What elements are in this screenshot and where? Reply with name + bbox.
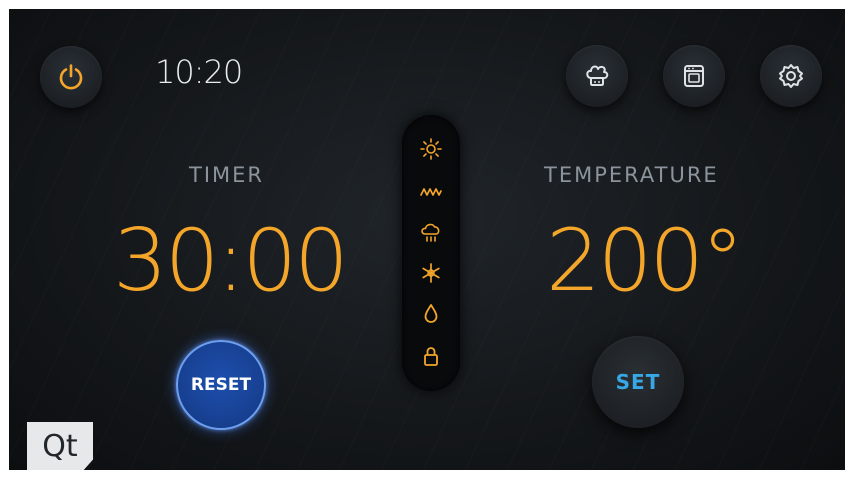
timer-label: TIMER xyxy=(189,163,264,187)
clock-display: 10:20 xyxy=(155,53,243,91)
mode-sun[interactable] xyxy=(402,136,460,166)
oven-icon xyxy=(679,61,709,91)
temperature-label: TEMPERATURE xyxy=(544,163,719,187)
oven-button[interactable] xyxy=(663,45,725,107)
mode-selector xyxy=(402,115,460,391)
sun-icon xyxy=(419,137,443,165)
mode-steam[interactable] xyxy=(402,301,460,331)
heat-wave-icon xyxy=(419,184,443,204)
recipes-button[interactable] xyxy=(566,45,628,107)
rain-cloud-icon xyxy=(419,220,443,248)
mode-freeze[interactable] xyxy=(402,260,460,290)
qt-logo: Qt xyxy=(27,422,93,470)
chef-hat-icon xyxy=(582,61,612,91)
timer-value[interactable]: 30:00 xyxy=(113,218,349,304)
temperature-value[interactable]: 200° xyxy=(546,218,744,304)
mode-lock[interactable] xyxy=(402,343,460,373)
power-icon xyxy=(56,62,86,92)
water-drop-icon xyxy=(419,302,443,330)
snowflake-icon xyxy=(419,261,443,289)
lock-icon xyxy=(419,344,443,372)
mode-cloud[interactable] xyxy=(402,219,460,249)
mode-heat[interactable] xyxy=(402,179,460,209)
oven-control-screen: 10:20 TIMER 30:00 RESET TEMPERATURE 200°… xyxy=(9,9,845,470)
set-button[interactable]: SET xyxy=(592,336,684,428)
power-button[interactable] xyxy=(40,46,102,108)
settings-button[interactable] xyxy=(760,45,822,107)
gear-icon xyxy=(776,61,806,91)
reset-button[interactable]: RESET xyxy=(176,340,266,430)
